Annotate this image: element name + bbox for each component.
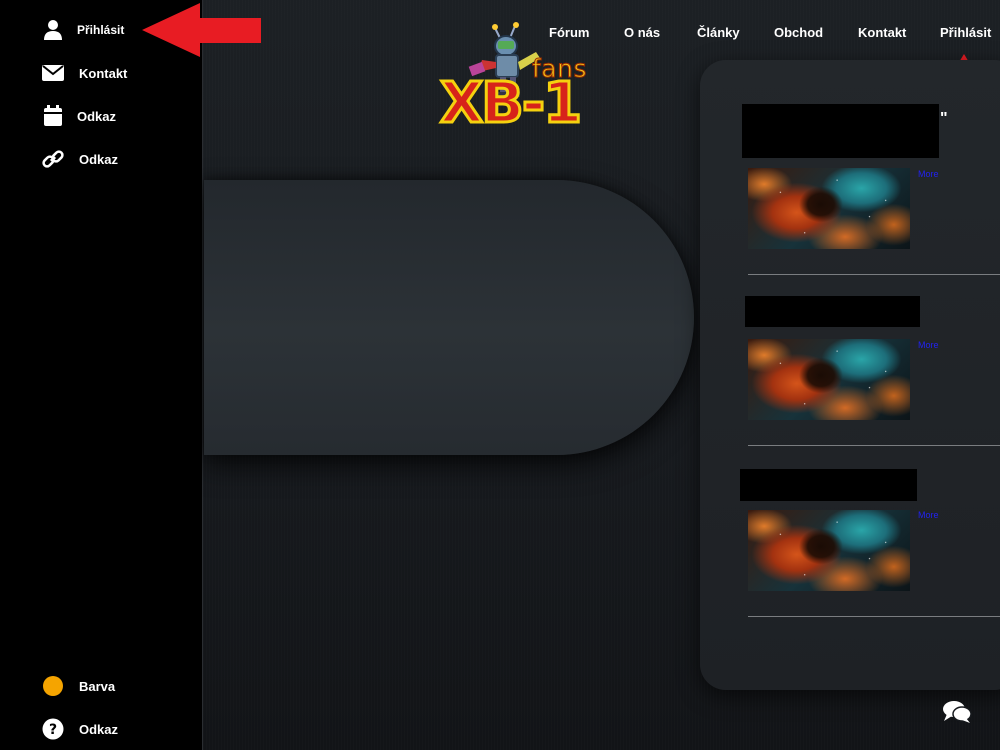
sidebar-item-label: Odkaz bbox=[77, 108, 117, 124]
question-circle-icon: ? bbox=[42, 718, 64, 740]
svg-text:?: ? bbox=[49, 722, 57, 738]
sidebar-item-label: Barva bbox=[79, 678, 116, 694]
more-link[interactable]: More bbox=[918, 510, 939, 520]
more-link[interactable]: More bbox=[918, 169, 939, 179]
article-thumbnail[interactable] bbox=[748, 168, 910, 249]
sidebar: Přihlásit Kontakt Odkaz Odkaz Barva ? Od… bbox=[0, 0, 203, 750]
article-divider bbox=[748, 445, 1000, 446]
article-divider bbox=[748, 274, 1000, 275]
sidebar-item-label: Kontakt bbox=[79, 65, 128, 81]
sidebar-item-link-calendar[interactable]: Odkaz bbox=[0, 96, 203, 136]
sidebar-item-label: Odkaz bbox=[79, 721, 119, 737]
sidebar-item-contact[interactable]: Kontakt bbox=[0, 53, 203, 93]
article-thumbnail[interactable] bbox=[748, 510, 910, 591]
color-dot-icon bbox=[42, 675, 64, 697]
site-logo[interactable]: fans XB-1 bbox=[438, 22, 602, 138]
nav-item-shop[interactable]: Obchod bbox=[774, 25, 823, 40]
nav-item-about[interactable]: O nás bbox=[624, 25, 660, 40]
sidebar-item-help[interactable]: ? Odkaz bbox=[0, 709, 203, 749]
article-thumbnail[interactable] bbox=[748, 339, 910, 420]
envelope-icon bbox=[42, 62, 64, 84]
link-icon bbox=[42, 148, 64, 170]
article-title-redacted bbox=[740, 469, 917, 501]
hero-panel bbox=[204, 180, 694, 455]
chat-bubbles-icon[interactable] bbox=[942, 700, 972, 724]
sidebar-item-color[interactable]: Barva bbox=[0, 666, 203, 706]
calendar-icon bbox=[42, 105, 64, 127]
article-title-redacted bbox=[742, 104, 939, 158]
nav-item-contact[interactable]: Kontakt bbox=[858, 25, 906, 40]
articles-card: " More More More bbox=[700, 60, 1000, 690]
nav-item-articles[interactable]: Články bbox=[697, 25, 740, 40]
article-divider bbox=[748, 616, 1000, 617]
quote-mark-icon: " bbox=[940, 110, 948, 127]
sidebar-item-label: Odkaz bbox=[79, 151, 119, 167]
logo-word-xb1: XB-1 bbox=[438, 71, 583, 136]
nav-item-login[interactable]: Přihlásit bbox=[940, 25, 991, 40]
more-link[interactable]: More bbox=[918, 340, 939, 350]
article-title-redacted bbox=[745, 296, 920, 327]
sidebar-item-link[interactable]: Odkaz bbox=[0, 139, 203, 179]
